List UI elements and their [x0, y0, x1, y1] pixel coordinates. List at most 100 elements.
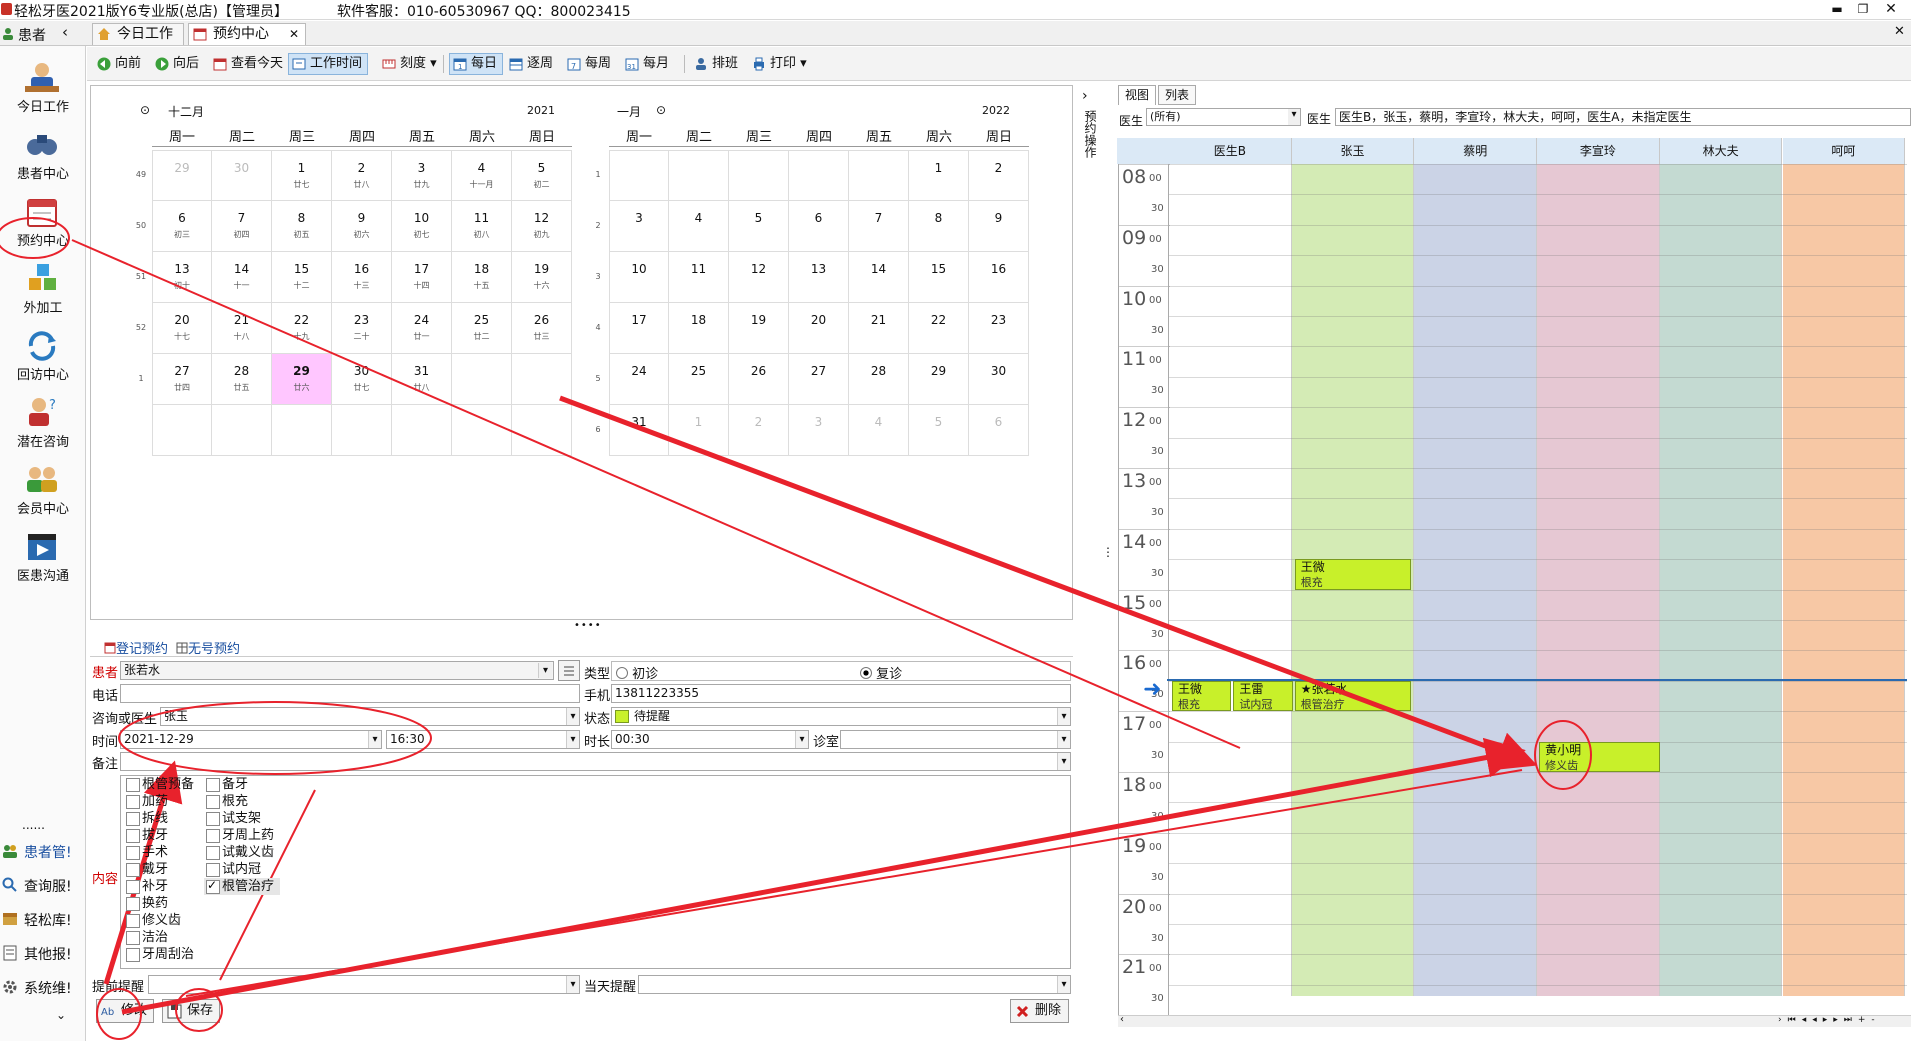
appointment-block[interactable]: 王微 根充 — [1294, 559, 1412, 590]
doctor-column[interactable] — [1659, 164, 1783, 996]
calendar-day-cell[interactable]: 1 — [669, 405, 729, 456]
calendar-day-cell[interactable]: 15 十二 — [272, 252, 332, 303]
calendar-day-cell[interactable]: 20 十七 — [152, 303, 212, 354]
calendar-day-cell[interactable]: 11 初八 — [452, 201, 512, 252]
sidebar-item-followup-center[interactable]: 回访中心 — [0, 324, 86, 388]
calendar-day-cell[interactable]: 10 初七 — [392, 201, 452, 252]
monthly-button[interactable]: 31 每月 — [621, 53, 675, 75]
doctor-column[interactable] — [1169, 164, 1292, 996]
room-select[interactable] — [840, 730, 1071, 749]
collapse-arrow-icon[interactable]: › — [1082, 88, 1088, 104]
splitter-dots[interactable]: •••• — [574, 620, 602, 631]
view-today-button[interactable]: 查看今天 — [209, 53, 289, 75]
calendar-day-cell[interactable]: 20 — [789, 303, 849, 354]
calendar-day-cell[interactable]: 13 初十 — [152, 252, 212, 303]
calendar-day-cell[interactable] — [452, 405, 512, 456]
close-tab-icon[interactable]: ✕ — [1894, 24, 1905, 39]
sidebar-item-doctor-patient-comm[interactable]: 医患沟通 — [0, 525, 86, 589]
calendar-day-cell[interactable]: 3 廿九 — [392, 150, 452, 201]
calendar-day-cell[interactable] — [392, 405, 452, 456]
calendar-day-cell[interactable]: 1 — [909, 150, 969, 201]
schedule-shift-button[interactable]: 排班 — [690, 53, 744, 75]
calendar-day-cell[interactable]: 3 — [609, 201, 669, 252]
calendar-day-cell[interactable]: 12 初九 — [512, 201, 572, 252]
calendar-day-cell[interactable] — [669, 150, 729, 201]
tab-appointment-center[interactable]: 预约中心 ✕ — [188, 23, 306, 45]
daily-button[interactable]: 1 每日 — [449, 53, 504, 75]
sidebar-item-member-center[interactable]: 会员中心 — [0, 458, 86, 522]
print-dropdown[interactable]: 打印 ▾ — [748, 53, 813, 75]
calendar-day-cell[interactable]: 30 廿七 — [332, 354, 392, 405]
tab-no-number-appointment[interactable]: 无号预约 — [176, 638, 240, 657]
sidebar-item-patient-center[interactable]: 患者中心 — [0, 123, 86, 187]
calendar-day-cell[interactable] — [452, 354, 512, 405]
sidebar-link-query-service[interactable]: 查询服! — [0, 872, 86, 898]
chevron-left-icon[interactable]: ‹ — [62, 23, 68, 41]
calendar-day-cell[interactable]: 24 — [609, 354, 669, 405]
remind-today-select[interactable] — [638, 975, 1071, 994]
sidebar-link-patient-manage[interactable]: 患者管! — [0, 838, 86, 864]
calendar-day-cell[interactable]: 31 — [609, 405, 669, 456]
calendar-day-cell[interactable]: 11 — [669, 252, 729, 303]
calendar-day-cell[interactable]: 4 — [669, 201, 729, 252]
type-return-visit-radio[interactable]: 复诊 — [860, 663, 902, 682]
calendar-day-cell[interactable] — [332, 405, 392, 456]
doctor-select[interactable]: 张玉 — [160, 707, 580, 726]
calendar-day-cell[interactable]: 12 — [729, 252, 789, 303]
calendar-day-cell[interactable]: 4 十一月 — [452, 150, 512, 201]
content-checkbox[interactable]: 手术 — [124, 844, 168, 861]
calendar-day-cell[interactable]: 5 — [909, 405, 969, 456]
calendar-day-cell[interactable]: 29 — [152, 150, 212, 201]
calendar-day-cell[interactable] — [272, 405, 332, 456]
calendar-day-cell[interactable]: 17 十四 — [392, 252, 452, 303]
calendar-day-cell[interactable]: 22 十九 — [272, 303, 332, 354]
calendar-day-cell[interactable]: 27 廿四 — [152, 354, 212, 405]
minimize-icon[interactable]: ▬ — [1826, 1, 1848, 18]
tab-today-work[interactable]: 今日工作 — [92, 23, 184, 45]
calendar-day-cell[interactable]: 6 — [969, 405, 1029, 456]
calendar-day-cell[interactable] — [212, 405, 272, 456]
doctor-column-header[interactable]: 张玉 — [1291, 138, 1415, 164]
content-checkbox[interactable]: 修义齿 — [124, 912, 181, 929]
calendar-day-cell[interactable]: 23 — [969, 303, 1029, 354]
save-button[interactable]: 保存 — [162, 999, 221, 1023]
sidebar-item-potential-consult[interactable]: ? 潜在咨询 — [0, 391, 86, 455]
calendar-day-cell[interactable]: 13 — [789, 252, 849, 303]
restore-icon[interactable]: ❐ — [1852, 1, 1874, 18]
duration-select[interactable]: 00:30 — [611, 730, 809, 749]
content-checkbox[interactable]: 试戴义齿 — [204, 844, 274, 861]
calendar-day-cell[interactable]: 29 — [909, 354, 969, 405]
calendar-day-cell[interactable]: 10 — [609, 252, 669, 303]
calendar-day-cell[interactable]: 30 — [212, 150, 272, 201]
date-picker[interactable]: 2021-12-29 — [120, 730, 382, 749]
doctor-column-header[interactable]: 呵呵 — [1782, 138, 1906, 164]
calendar-day-cell[interactable] — [729, 150, 789, 201]
calendar-day-cell[interactable]: 7 — [849, 201, 909, 252]
phone-input[interactable] — [120, 684, 580, 703]
appointment-block[interactable]: 黄小明 修义齿 — [1539, 741, 1660, 772]
delete-button[interactable]: 删除 — [1010, 999, 1069, 1023]
calendar-day-cell[interactable]: 21 — [849, 303, 909, 354]
prev-month-icon[interactable]: ⊙ — [140, 103, 150, 117]
note-input[interactable] — [120, 752, 1071, 771]
calendar-day-cell[interactable]: 9 初六 — [332, 201, 392, 252]
scroll-left-icon[interactable]: ‹ — [1120, 1014, 1124, 1025]
calendar-day-cell[interactable]: 24 廿一 — [392, 303, 452, 354]
calendar-day-cell[interactable]: 8 — [909, 201, 969, 252]
tab-list[interactable]: 列表 — [1158, 85, 1196, 105]
content-checkbox[interactable]: 拔牙 — [124, 827, 168, 844]
calendar-day-cell[interactable]: 5 初二 — [512, 150, 572, 201]
calendar-day-cell[interactable] — [152, 405, 212, 456]
time-picker[interactable]: 16:30 — [386, 730, 580, 749]
content-checkbox[interactable]: 试支架 — [204, 810, 261, 827]
content-checkbox[interactable]: 根管治疗 — [204, 877, 281, 895]
calendar-day-cell[interactable]: 9 — [969, 201, 1029, 252]
content-checkbox[interactable]: 换药 — [124, 895, 168, 912]
sidebar-item-outsourcing[interactable]: 外加工 — [0, 257, 86, 321]
calendar-day-cell[interactable]: 19 — [729, 303, 789, 354]
doctor-column-header[interactable]: 医生B — [1169, 138, 1292, 164]
calendar-day-cell[interactable]: 8 初五 — [272, 201, 332, 252]
calendar-day-cell[interactable]: 28 廿五 — [212, 354, 272, 405]
chevron-down-icon[interactable]: ⌄ — [56, 1008, 66, 1022]
calendar-day-cell[interactable] — [512, 354, 572, 405]
